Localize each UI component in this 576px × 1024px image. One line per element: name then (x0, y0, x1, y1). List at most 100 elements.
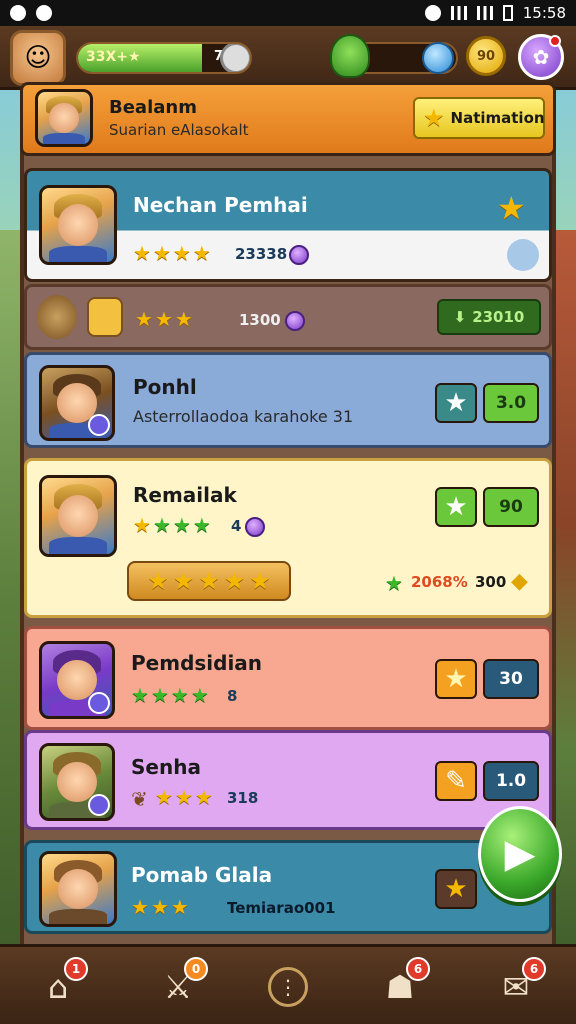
player-card-2[interactable]: ★ ★ ★ 1300 ⬇ 23010 (24, 284, 552, 350)
reward-stars-bar[interactable]: ★ ★ ★ ★ ★ (127, 561, 291, 601)
blue-gem-icon[interactable] (422, 42, 454, 74)
xp-label: 33X+★ (86, 49, 141, 65)
star-icon: ★ (170, 895, 189, 919)
star-button[interactable]: ★ (435, 383, 477, 423)
player-card-5[interactable]: Pemdsidian ★ ★ ★ ★ 8 ★ 30 (24, 626, 552, 730)
star-icon: ★ (154, 307, 173, 331)
star-icon: ★ (135, 307, 153, 331)
star-icon: ★ (133, 241, 151, 265)
reward-star-icon: ★ (147, 567, 169, 595)
player-stars: ★ ★ ★ ★ (133, 515, 211, 535)
player-stars: ★ ★ ★ (131, 897, 189, 917)
reward-amount: 300 (475, 573, 507, 591)
reward-star-icon: ★ (172, 567, 195, 595)
star-button[interactable]: ★ (435, 659, 477, 699)
nav-badge: 1 (64, 957, 88, 981)
alarm-icon (424, 5, 441, 21)
player-stars: ★ ★ ★ ★ (133, 243, 211, 263)
verified-badge-icon (88, 414, 110, 436)
player-card-4[interactable]: Remailak ★ ★ ★ ★ 4 ★ 90 ★ ★ ★ ★ ★ ★ 2068% 300 ◆ (24, 458, 552, 618)
star-icon: ★ (174, 307, 193, 331)
status-time: 15:58 (522, 4, 566, 22)
top-hud: ☺ 33X+★ 70 90 ✿ (0, 26, 576, 90)
player-score: 318 (227, 789, 259, 807)
player-name: Pemdsidian (131, 651, 263, 675)
value-button[interactable]: 90 (483, 487, 539, 527)
profile-notification-dot (549, 35, 561, 47)
banner-card[interactable]: Bealanm Suarian eAlasokalt ★ Natimation (20, 82, 556, 156)
star-icon: ★ (192, 513, 211, 537)
coin-counter[interactable]: 90 (466, 36, 506, 76)
app-notification-icon (36, 5, 52, 21)
player-score: 4 (231, 517, 242, 535)
player-name: Pomab Glala (131, 863, 273, 887)
player-score: 8 (227, 687, 238, 705)
note-button[interactable]: ✎ (435, 761, 477, 801)
xp-knob-icon (220, 44, 250, 72)
star-button[interactable]: ★ (435, 869, 477, 909)
star-icon: ★ (174, 785, 193, 809)
nav-chat[interactable]: ✉ 6 (488, 957, 546, 1015)
verified-badge-icon (88, 692, 110, 714)
xp-bar: 33X+★ 70 (76, 42, 252, 74)
player-avatar[interactable]: ☺ (10, 30, 66, 86)
nav-menu[interactable]: ⋮ (260, 959, 316, 1015)
nav-friends[interactable]: ☗ 6 (372, 957, 430, 1015)
value-button[interactable]: 30 (483, 659, 539, 699)
signal-icon (476, 6, 493, 20)
star-button[interactable]: ★ (435, 487, 477, 527)
star-icon: ★ (192, 241, 211, 265)
menu-dots-icon: ⋮ (268, 967, 308, 1007)
reward-percent: 2068% (411, 573, 468, 591)
play-button[interactable]: ▶ (478, 806, 562, 902)
player-card-3[interactable]: Ponhl Asterrollaodoa karahoke 31 ★ 3.0 (24, 352, 552, 448)
claim-value: 23010 (472, 308, 525, 326)
player-stars: ★ ★ ★ (135, 309, 193, 329)
value-button[interactable]: 3.0 (483, 383, 539, 423)
banner-subtitle: Suarian eAlasokalt (109, 121, 249, 139)
star-icon: ★ (194, 785, 213, 809)
star-icon: ★ (172, 241, 191, 265)
nav-badge: 0 (184, 957, 208, 981)
player-card-7[interactable]: Pomab Glala ★ ★ ★ Temiarao001 ★ (24, 840, 552, 934)
status-circle (507, 239, 539, 271)
star-icon: ★ (155, 785, 173, 809)
green-star-icon: ★ (385, 571, 403, 595)
owl-icon (37, 295, 77, 339)
star-icon: ★ (150, 895, 169, 919)
banner-action-label: Natimation (450, 109, 545, 127)
star-icon: ★ (170, 683, 189, 707)
nav-home[interactable]: ⌂ 1 (30, 957, 88, 1015)
player-name: Nechan Pemhai (133, 193, 308, 217)
profile-button[interactable]: ✿ (518, 34, 564, 80)
favorite-star-icon[interactable]: ★ (497, 189, 526, 227)
reward-star-icon: ★ (249, 567, 271, 595)
player-name: Remailak (133, 483, 237, 507)
star-icon: ★ (152, 241, 171, 265)
house-badge-icon (87, 297, 123, 337)
star-icon: ★ (172, 513, 191, 537)
flower-icon: ✿ (532, 45, 550, 69)
claim-button[interactable]: ⬇ 23010 (437, 299, 541, 335)
player-card-1[interactable]: Nechan Pemhai ★ ★ ★ ★ 23338 ★ (24, 168, 552, 282)
bottom-nav: ⌂ 1 ⚔ 0 ⋮ ☗ 6 ✉ 6 (0, 944, 576, 1024)
player-score: 1300 (239, 311, 281, 329)
down-arrow-icon: ⬇ (453, 308, 467, 326)
gold-diamond-icon: ◆ (511, 569, 528, 594)
star-icon: ★ (133, 513, 151, 537)
gem-icon (289, 245, 309, 265)
star-icon: ★ (190, 683, 209, 707)
nav-quests[interactable]: ⚔ 0 (150, 957, 208, 1015)
green-creature-icon[interactable] (330, 34, 370, 78)
player-card-6[interactable]: Senha ❦ ★ ★ ★ 318 ✎ 1.0 (24, 730, 552, 830)
star-icon: ★ (152, 513, 171, 537)
star-icon: ★ (423, 104, 445, 132)
nav-badge: 6 (522, 957, 546, 981)
player-portrait (39, 851, 117, 927)
value-button[interactable]: 1.0 (483, 761, 539, 801)
player-portrait (39, 475, 117, 557)
star-icon: ★ (150, 683, 169, 707)
star-icon: ★ (131, 683, 149, 707)
player-portrait (39, 743, 115, 821)
banner-action-button[interactable]: ★ Natimation (413, 97, 545, 139)
